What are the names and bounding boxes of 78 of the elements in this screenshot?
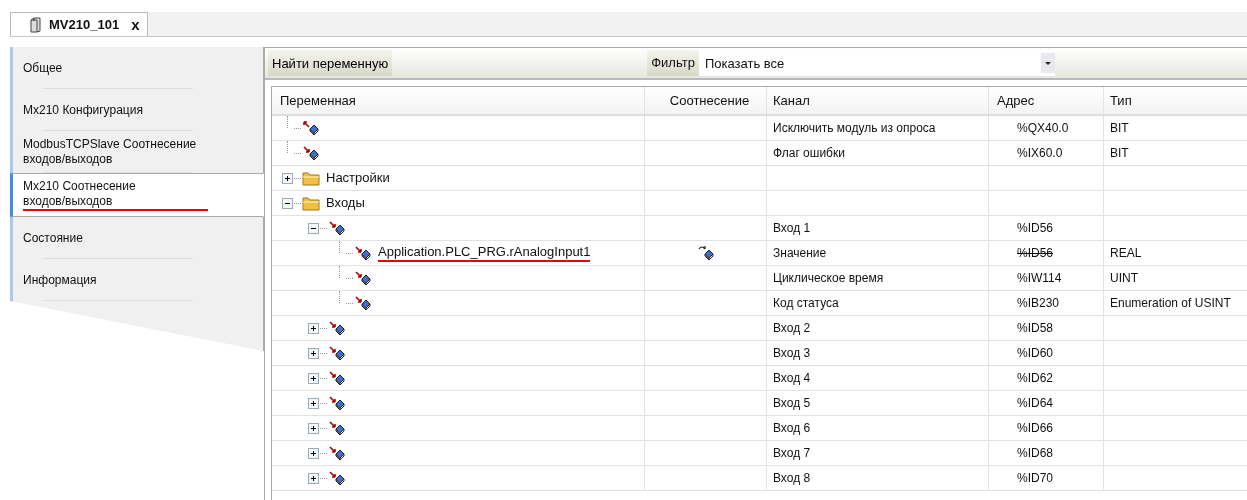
input-channel-icon	[328, 220, 346, 236]
channel-name: Вход 7	[773, 446, 811, 460]
tab-title: MV210_101	[49, 17, 120, 32]
address: %ID66	[1017, 421, 1054, 435]
channel-name: Вход 2	[773, 321, 811, 335]
variable-name: Application.PLC_PRG.rAnalogInput1	[378, 244, 591, 262]
address: %ID68	[1017, 446, 1054, 460]
expand-icon[interactable]	[308, 322, 319, 334]
address: %ID60	[1017, 346, 1054, 360]
column-header[interactable]: Переменная	[272, 87, 645, 114]
variable-name: Входы	[326, 195, 365, 211]
channel-name: Значение	[773, 246, 827, 260]
address: %ID70	[1017, 471, 1054, 485]
data-type: REAL	[1110, 246, 1142, 260]
column-header[interactable]: Соотнесение	[645, 87, 767, 114]
channel-name: Вход 4	[773, 371, 811, 385]
input-channel-icon	[328, 320, 346, 336]
collapse-icon[interactable]	[308, 222, 319, 234]
channel-name: Исключить модуль из опроса	[773, 121, 936, 135]
channel-name: Вход 5	[773, 396, 811, 410]
input-channel-icon	[328, 470, 346, 486]
expand-icon[interactable]	[308, 347, 319, 359]
editor-tab[interactable]: MV210_101 x	[10, 12, 149, 36]
output-channel-icon	[302, 120, 320, 136]
data-type: UINT	[1110, 271, 1138, 285]
expand-icon[interactable]	[308, 372, 319, 384]
sidebar-item[interactable]: Mx210 Конфигурация	[10, 89, 264, 131]
collapse-icon[interactable]	[282, 197, 293, 209]
sidebar-item[interactable]: ModbusTCPSlave Соотнесение входов/выходов	[10, 131, 264, 173]
expand-icon[interactable]	[308, 447, 319, 459]
expand-icon[interactable]	[308, 422, 319, 434]
input-channel-icon	[328, 370, 346, 386]
channel-name: Циклическое время	[773, 271, 884, 285]
folder-icon	[302, 195, 320, 211]
address: %ID64	[1017, 396, 1054, 410]
column-header[interactable]: Тип	[1104, 87, 1247, 114]
input-channel-icon	[328, 345, 346, 361]
channel-name: Флаг ошибки	[773, 146, 845, 160]
input-channel-icon	[328, 445, 346, 461]
filter-dropdown[interactable]: Показать все	[698, 50, 1055, 76]
channel-name: Вход 3	[773, 346, 811, 360]
close-button[interactable]: x	[131, 16, 140, 33]
variable-name: Настройки	[326, 170, 390, 186]
address: %QX40.0	[1017, 121, 1069, 135]
device-icon	[29, 16, 41, 33]
sidebar-item[interactable]: Mx210 Соотнесение входов/выходов	[10, 173, 264, 217]
sidebar-item[interactable]: Общее	[10, 47, 264, 89]
expand-icon[interactable]	[308, 397, 319, 409]
address: %IB230	[1017, 296, 1060, 310]
channel-name: Код статуса	[773, 296, 839, 310]
sidebar-item[interactable]: Состояние	[10, 217, 264, 259]
channel-name: Вход 1	[773, 221, 811, 235]
channel-name: Вход 6	[773, 421, 811, 435]
folder-icon	[302, 170, 320, 186]
input-channel-icon	[354, 295, 372, 311]
caret-icon	[1040, 53, 1055, 73]
address: %ID62	[1017, 371, 1054, 385]
data-type: BIT	[1110, 121, 1129, 135]
find-variable-button[interactable]: Найти переменную	[268, 50, 393, 76]
expand-icon[interactable]	[308, 472, 319, 484]
address: %ID58	[1017, 321, 1054, 335]
column-header[interactable]: Канал	[767, 87, 989, 114]
data-type: Enumeration of USINT	[1110, 296, 1231, 310]
channel-name: Вход 8	[773, 471, 811, 485]
column-header[interactable]: Адрес	[989, 87, 1104, 114]
address: %IW114	[1017, 271, 1062, 285]
sidebar-item[interactable]: Информация	[10, 259, 264, 301]
data-type: BIT	[1110, 146, 1129, 160]
input-channel-icon	[328, 395, 346, 411]
address: %ID56	[1017, 246, 1054, 260]
expand-icon[interactable]	[282, 172, 293, 184]
address: %ID56	[1017, 221, 1054, 235]
address: %IX60.0	[1017, 146, 1063, 160]
input-channel-icon	[354, 270, 372, 286]
input-channel-icon	[354, 245, 372, 261]
input-channel-icon	[302, 145, 320, 161]
filter-label: Фильтр	[647, 50, 699, 76]
input-channel-icon	[328, 420, 346, 436]
